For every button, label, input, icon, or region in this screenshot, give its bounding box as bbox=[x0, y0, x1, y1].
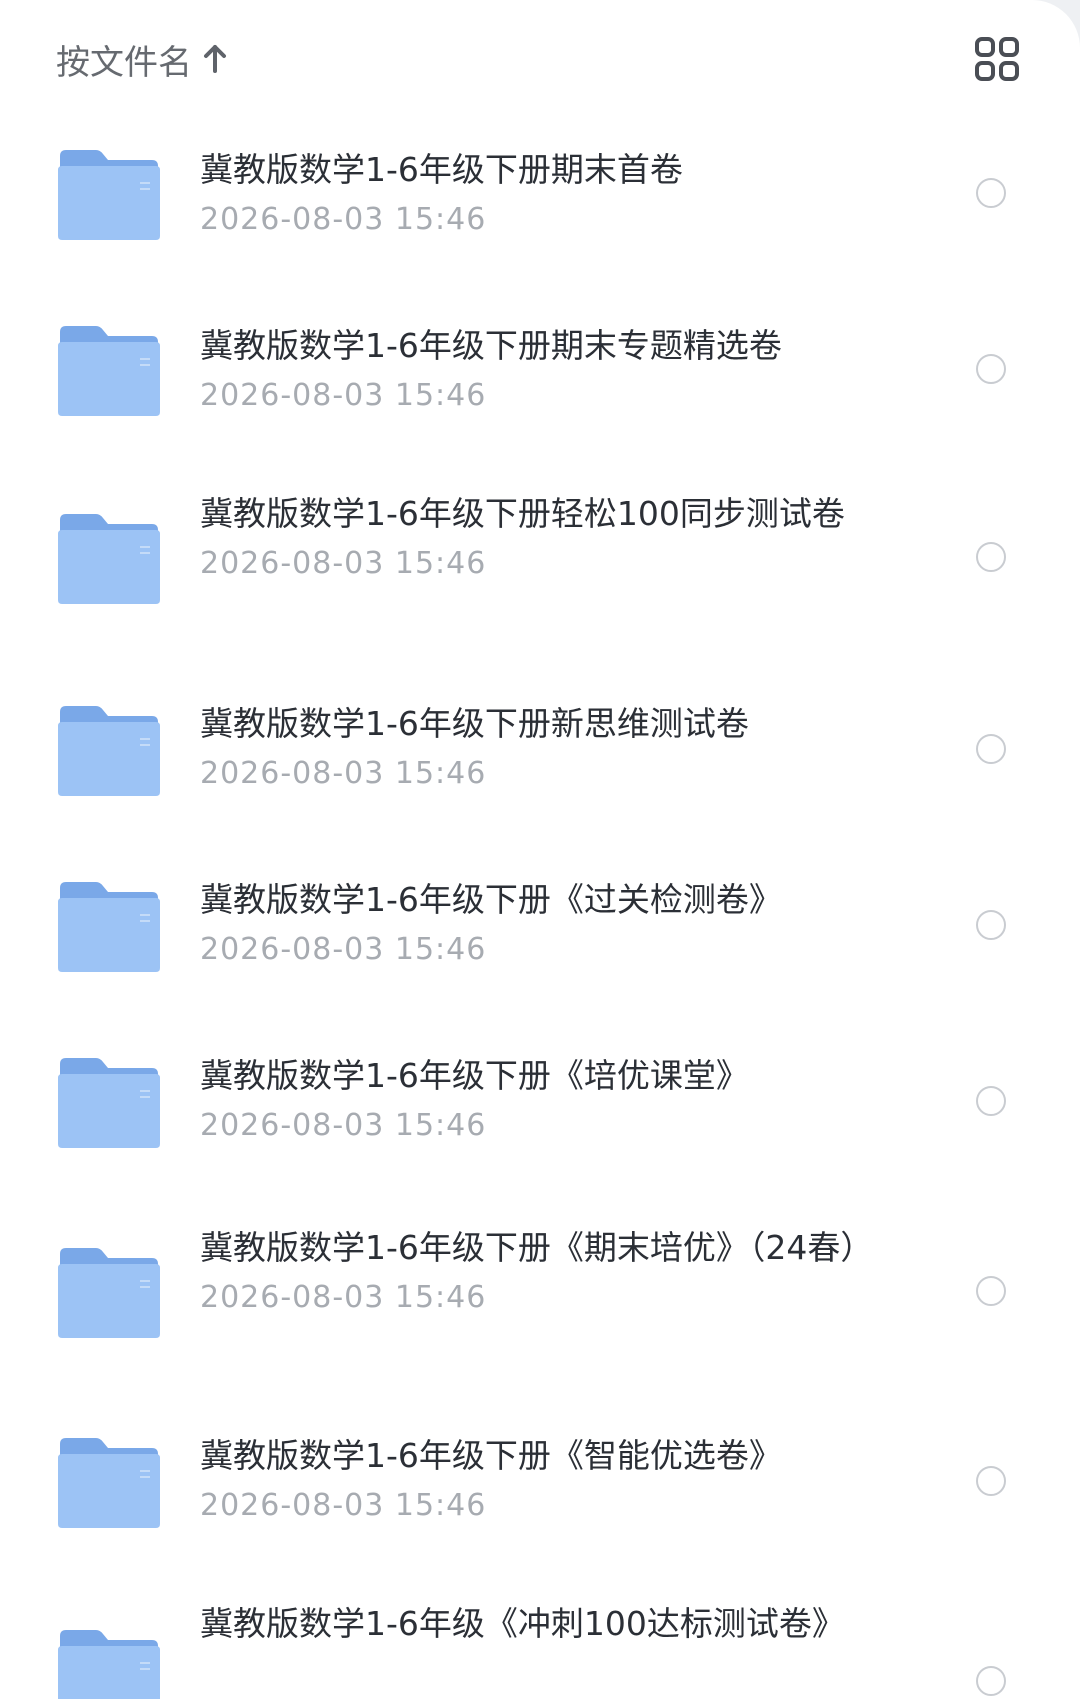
file-row[interactable]: 冀教版数学1-6年级下册《智能优选卷》 2026-08-03 15:46 bbox=[0, 1424, 1080, 1584]
file-date: 2026-08-03 15:46 bbox=[200, 1108, 487, 1143]
file-name: 冀教版数学1-6年级下册期末专题精选卷 bbox=[200, 326, 782, 365]
file-name: 冀教版数学1-6年级下册新思维测试卷 bbox=[200, 704, 749, 743]
file-info: 冀教版数学1-6年级下册期末专题精选卷 2026-08-03 15:46 bbox=[200, 322, 890, 418]
select-radio[interactable] bbox=[976, 542, 1006, 572]
file-row[interactable]: 冀教版数学1-6年级下册期末专题精选卷 2026-08-03 15:46 bbox=[0, 306, 1080, 466]
file-date: 2026-08-03 15:46 bbox=[200, 378, 487, 413]
file-name: 冀教版数学1-6年级下册轻松100同步测试卷 bbox=[200, 494, 845, 533]
file-info: 冀教版数学1-6年级下册轻松100同步测试卷 2026-08-03 15:46 bbox=[200, 490, 890, 586]
file-date: 2026-08-03 15:46 bbox=[200, 932, 487, 967]
file-row[interactable]: 冀教版数学1-6年级下册期末首卷 2026-08-03 15:46 bbox=[0, 130, 1080, 290]
file-info: 冀教版数学1-6年级下册《过关检测卷》 2026-08-03 15:46 bbox=[200, 876, 890, 972]
file-date: 2026-08-03 15:46 bbox=[200, 1280, 487, 1315]
file-date: 2026-08-03 15:46 bbox=[200, 202, 487, 237]
folder-icon bbox=[58, 150, 160, 240]
file-date: 2026-08-03 15:46 bbox=[200, 546, 487, 581]
sort-by-name-button[interactable]: 按文件名 bbox=[56, 34, 228, 84]
folder-icon bbox=[58, 1630, 160, 1699]
file-info: 冀教版数学1-6年级下册《智能优选卷》 2026-08-03 15:46 bbox=[200, 1432, 890, 1528]
sort-label: 按文件名 bbox=[56, 42, 192, 83]
file-row[interactable]: 冀教版数学1-6年级下册《培优课堂》 2026-08-03 15:46 bbox=[0, 1044, 1080, 1204]
file-info: 冀教版数学1-6年级下册新思维测试卷 2026-08-03 15:46 bbox=[200, 700, 890, 796]
select-radio[interactable] bbox=[976, 1086, 1006, 1116]
file-info: 冀教版数学1-6年级下册期末首卷 2026-08-03 15:46 bbox=[200, 146, 890, 242]
folder-icon bbox=[58, 326, 160, 416]
file-date: 2026-08-03 15:46 bbox=[200, 756, 487, 791]
file-row[interactable]: 冀教版数学1-6年级下册轻松100同步测试卷 2026-08-03 15:46 bbox=[0, 480, 1080, 640]
file-info: 冀教版数学1-6年级下册《培优课堂》 2026-08-03 15:46 bbox=[200, 1052, 890, 1148]
file-info: 冀教版数学1-6年级下册《期末培优》（24春） 2026-08-03 15:46 bbox=[200, 1224, 890, 1320]
file-name: 冀教版数学1-6年级下册《过关检测卷》 bbox=[200, 880, 782, 919]
file-row[interactable]: 冀教版数学1-6年级下册新思维测试卷 2026-08-03 15:46 bbox=[0, 692, 1080, 852]
file-browser-panel: 按文件名 冀教版数学1-6年级下册期末首卷 2026-08-03 15:46 冀… bbox=[0, 0, 1080, 1699]
folder-icon bbox=[58, 882, 160, 972]
file-name: 冀教版数学1-6年级下册《智能优选卷》 bbox=[200, 1436, 782, 1475]
select-radio[interactable] bbox=[976, 354, 1006, 384]
folder-icon bbox=[58, 1248, 160, 1338]
folder-icon bbox=[58, 1438, 160, 1528]
file-info: 冀教版数学1-6年级《冲刺100达标测试卷》 bbox=[200, 1600, 890, 1648]
file-name: 冀教版数学1-6年级下册期末首卷 bbox=[200, 150, 683, 189]
file-date: 2026-08-03 15:46 bbox=[200, 1488, 487, 1523]
select-radio[interactable] bbox=[976, 910, 1006, 940]
select-radio[interactable] bbox=[976, 1276, 1006, 1306]
arrow-up-icon bbox=[204, 45, 226, 73]
file-row[interactable]: 冀教版数学1-6年级下册《期末培优》（24春） 2026-08-03 15:46 bbox=[0, 1218, 1080, 1378]
file-name: 冀教版数学1-6年级下册《期末培优》（24春） bbox=[200, 1228, 874, 1267]
select-radio[interactable] bbox=[976, 1466, 1006, 1496]
file-name: 冀教版数学1-6年级《冲刺100达标测试卷》 bbox=[200, 1604, 845, 1643]
file-row[interactable]: 冀教版数学1-6年级《冲刺100达标测试卷》 bbox=[0, 1600, 1080, 1699]
select-radio[interactable] bbox=[976, 734, 1006, 764]
file-name: 冀教版数学1-6年级下册《培优课堂》 bbox=[200, 1056, 749, 1095]
grid-view-icon[interactable] bbox=[974, 36, 1020, 82]
folder-icon bbox=[58, 1058, 160, 1148]
folder-icon bbox=[58, 514, 160, 604]
select-radio[interactable] bbox=[976, 1666, 1006, 1696]
folder-icon bbox=[58, 706, 160, 796]
file-row[interactable]: 冀教版数学1-6年级下册《过关检测卷》 2026-08-03 15:46 bbox=[0, 868, 1080, 1028]
select-radio[interactable] bbox=[976, 178, 1006, 208]
